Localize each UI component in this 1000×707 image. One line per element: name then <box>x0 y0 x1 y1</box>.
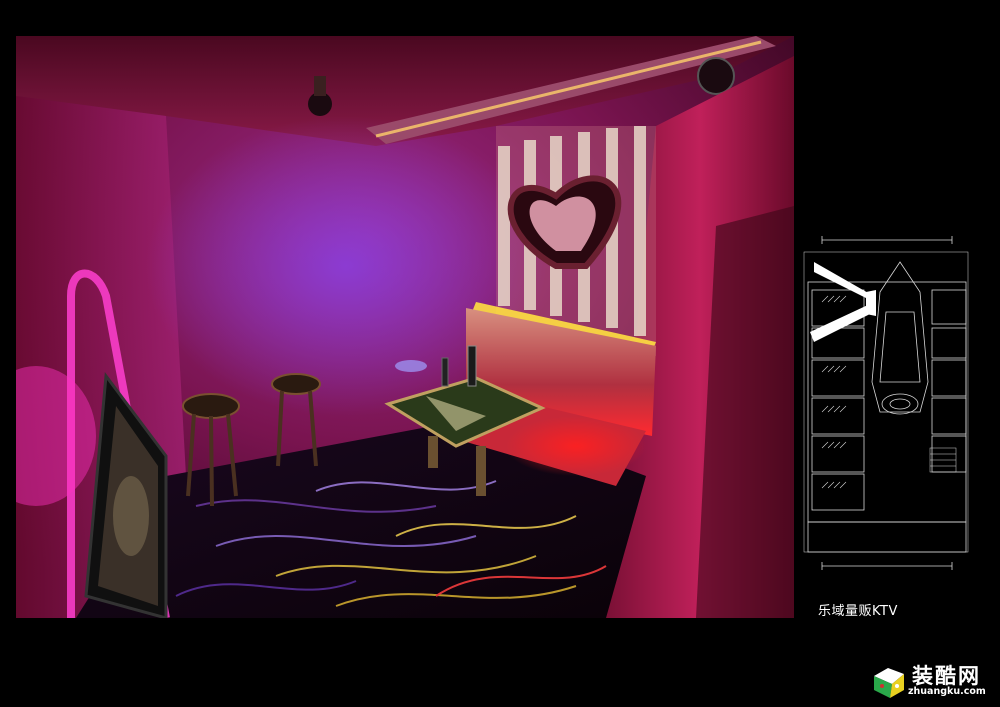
zhuangku-logo-icon <box>874 668 904 698</box>
watermark: 装酷网 zhuangku.com <box>868 660 993 702</box>
view-angle-icon <box>810 262 876 342</box>
ktv-room-rendering <box>16 36 794 618</box>
project-caption: 乐域量贩KTV <box>818 604 898 619</box>
floor-plan <box>800 232 972 584</box>
watermark-url: zhuangku.com <box>908 686 986 697</box>
projector-icon <box>697 57 735 95</box>
